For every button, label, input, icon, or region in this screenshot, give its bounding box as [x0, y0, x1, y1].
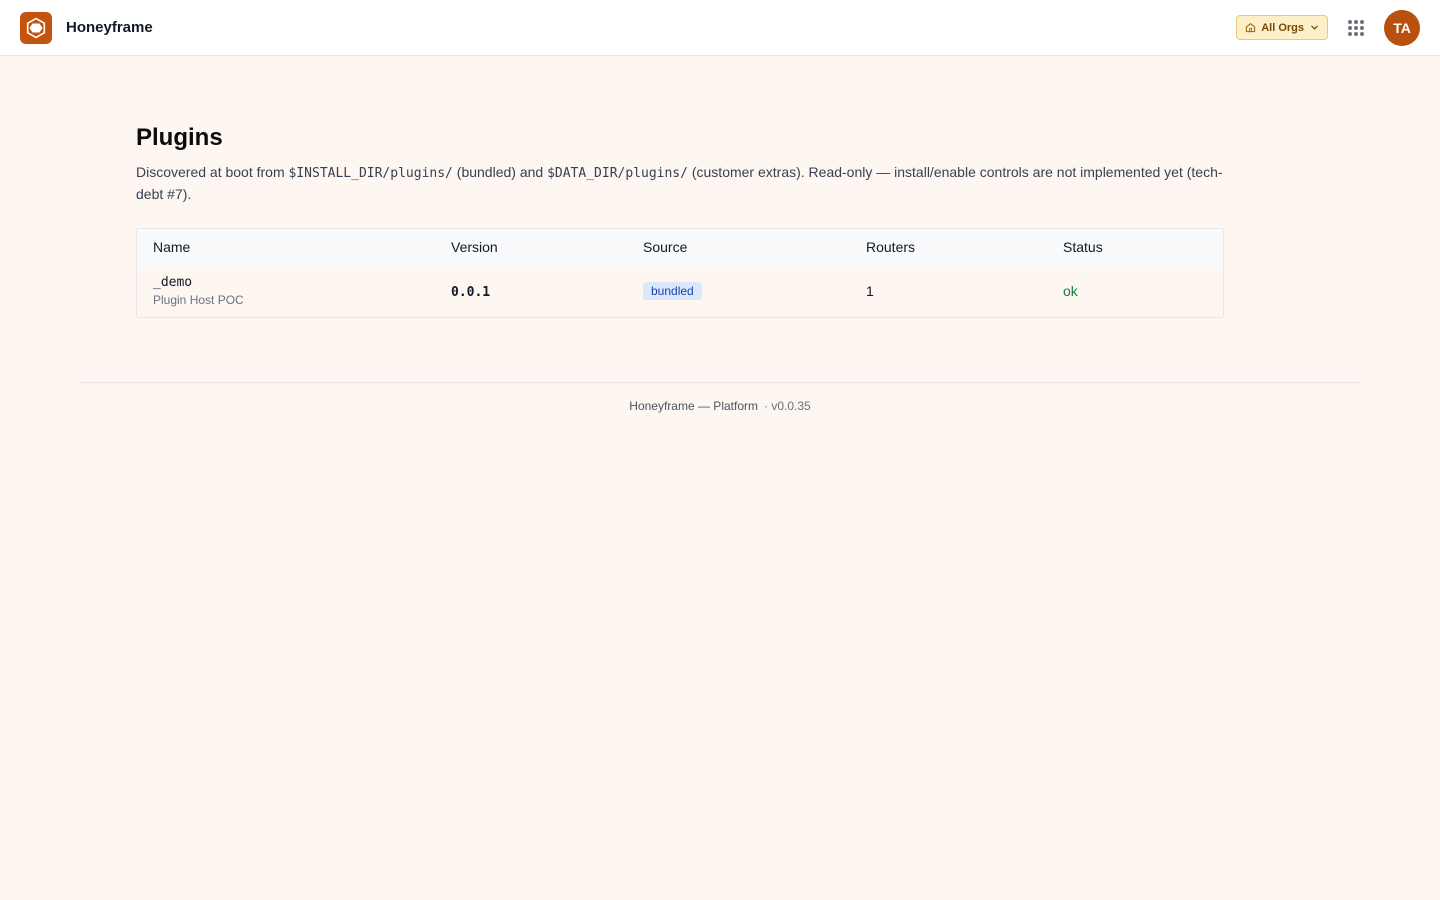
org-selector-label: All Orgs	[1261, 21, 1304, 34]
column-header-routers: Routers	[866, 239, 916, 255]
description-text: Discovered at boot from	[136, 164, 289, 180]
page-description: Discovered at boot from $INSTALL_DIR/plu…	[136, 162, 1224, 204]
install-dir-path: $INSTALL_DIR/plugins/	[288, 166, 453, 181]
brand-name[interactable]: Honeyframe	[66, 19, 153, 36]
plugins-table: Name Version Source Routers Status _demo…	[136, 228, 1224, 318]
plugin-description: Plugin Host POC	[153, 293, 244, 307]
top-bar-actions: All Orgs TA	[1236, 9, 1420, 46]
footer-text: Honeyframe — Platform	[629, 399, 758, 413]
footer: Honeyframe — Platform · v0.0.35	[0, 399, 1440, 413]
avatar[interactable]: TA	[1384, 9, 1420, 46]
hexagon-logo-icon-graphic	[26, 17, 46, 38]
hexagon-logo-icon[interactable]	[20, 11, 52, 44]
column-header-status: Status	[1063, 239, 1103, 255]
plugin-routers-cell: 1	[866, 283, 874, 299]
org-selector-button[interactable]: All Orgs	[1236, 15, 1328, 40]
footer-version: · v0.0.35	[764, 399, 811, 413]
column-header-name: Name	[153, 239, 191, 255]
apps-grid-icon[interactable]	[1348, 19, 1364, 36]
home-icon	[1245, 22, 1256, 33]
plugin-version: 0.0.1	[451, 284, 491, 300]
plugin-status-cell: ok	[1047, 265, 1223, 317]
chevron-down-icon	[1310, 23, 1319, 32]
data-dir-path: $DATA_DIR/plugins/	[547, 166, 688, 181]
source-badge: bundled	[643, 282, 702, 300]
main-content: Plugins Discovered at boot from $INSTALL…	[136, 56, 1224, 318]
column-header-version: Version	[451, 239, 498, 255]
plugin-version-cell: 0.0.1	[435, 265, 627, 317]
column-header-source: Source	[643, 239, 688, 255]
status-badge: ok	[1063, 283, 1078, 299]
description-text: (bundled) and	[452, 164, 548, 180]
plugin-name: _demo	[153, 275, 193, 290]
footer-divider	[80, 382, 1360, 383]
table-row[interactable]: _demo Plugin Host POC 0.0.1 bundled 1 ok	[137, 265, 1223, 317]
page-title: Plugins	[136, 124, 223, 151]
plugin-name-cell: _demo Plugin Host POC	[137, 265, 435, 317]
top-bar: Honeyframe All Orgs TA	[0, 0, 1440, 56]
table-header-row: Name Version Source Routers Status	[137, 229, 1223, 265]
plugin-source-cell: bundled	[627, 265, 850, 317]
